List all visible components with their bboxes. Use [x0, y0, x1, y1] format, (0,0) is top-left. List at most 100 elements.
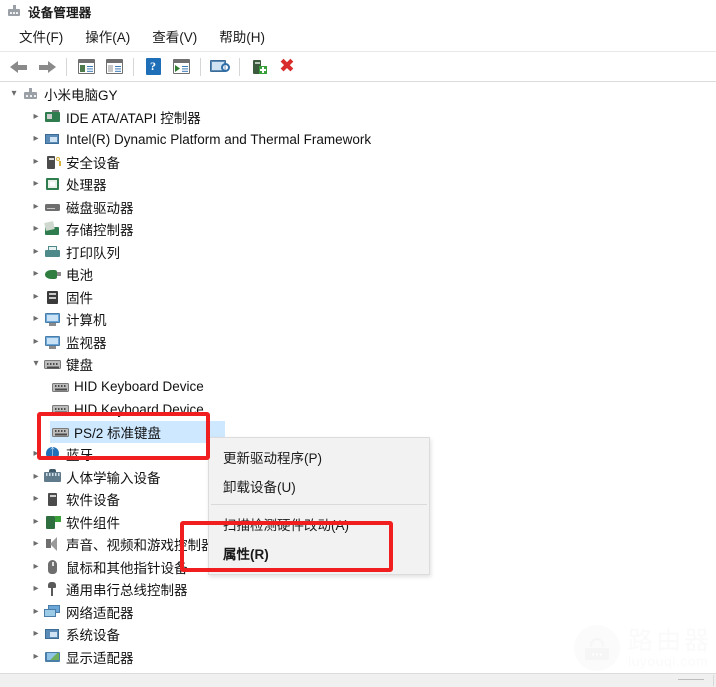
- tree-item-label: 鼠标和其他指针设备: [66, 560, 188, 576]
- tree-item-usb-controllers[interactable]: ▸ 通用串行总线控制器: [0, 578, 716, 601]
- tree-item-label: 处理器: [66, 178, 107, 194]
- sound-video-game-icon: [44, 536, 61, 552]
- annotation-box-keyboard: [37, 412, 210, 460]
- firmware-icon: [44, 289, 61, 305]
- disk-drive-icon: [44, 199, 61, 215]
- toolbar-show-hide-tree[interactable]: [73, 55, 99, 79]
- chevron-right-icon[interactable]: ▸: [28, 179, 44, 189]
- toolbar: ? ✖: [0, 52, 716, 82]
- update-driver-icon: [172, 59, 190, 74]
- tree-item-processor[interactable]: ▸ 处理器: [0, 173, 716, 196]
- tree-item-display-adapters[interactable]: ▸ 显示适配器: [0, 646, 716, 669]
- tree-item-label: 打印队列: [66, 245, 120, 261]
- tree-item-computer[interactable]: ▸ 计算机: [0, 308, 716, 331]
- tree-item-label: 系统设备: [66, 628, 120, 644]
- software-component-icon: [44, 514, 61, 530]
- chevron-right-icon[interactable]: ▸: [28, 539, 44, 549]
- menu-file[interactable]: 文件(F): [8, 23, 74, 50]
- tree-item-disk-drive[interactable]: ▸ 磁盘驱动器: [0, 196, 716, 219]
- scan-hardware-changes-icon: [210, 59, 230, 75]
- toolbar-uninstall-device[interactable]: ✖: [274, 55, 300, 79]
- toolbar-enable-device[interactable]: [246, 55, 272, 79]
- battery-icon: [44, 266, 61, 282]
- toolbar-update-driver[interactable]: [168, 55, 194, 79]
- chevron-right-icon[interactable]: ▸: [28, 156, 44, 167]
- tree-item-hid-keyboard-device-1[interactable]: HID Keyboard Device: [0, 376, 716, 399]
- annotation-box-properties: [180, 521, 393, 572]
- tree-item-system-devices[interactable]: ▸ 系统设备: [0, 623, 716, 646]
- tree-item-battery[interactable]: ▸ 电池: [0, 263, 716, 286]
- uninstall-device-icon: ✖: [279, 55, 295, 77]
- menu-view[interactable]: 查看(V): [141, 23, 208, 50]
- tree-item-label: 软件设备: [66, 493, 120, 509]
- chevron-right-icon[interactable]: ▸: [28, 336, 44, 347]
- tree-item-label: 键盘: [66, 358, 93, 374]
- tree-item-firmware[interactable]: ▸ 固件: [0, 286, 716, 309]
- tree-item-label: 通用串行总线控制器: [66, 583, 188, 599]
- storage-controller-icon: [44, 221, 61, 237]
- chevron-right-icon[interactable]: ▸: [28, 606, 44, 617]
- show-hide-console-tree-icon: [77, 59, 95, 74]
- chevron-right-icon[interactable]: ▸: [28, 224, 44, 234]
- chevron-right-icon[interactable]: ▸: [28, 516, 44, 527]
- chevron-right-icon[interactable]: ▸: [28, 111, 44, 122]
- status-divider: [713, 675, 714, 686]
- chevron-right-icon[interactable]: ▸: [28, 584, 44, 594]
- toolbar-back[interactable]: [6, 55, 32, 79]
- chevron-down-icon[interactable]: ▾: [6, 89, 22, 99]
- ctx-update-driver[interactable]: 更新驱动程序(P): [209, 442, 429, 471]
- toolbar-help[interactable]: ?: [140, 55, 166, 79]
- help-icon: ?: [145, 58, 161, 75]
- enable-device-icon: [251, 59, 267, 75]
- chevron-right-icon[interactable]: ▸: [28, 201, 44, 212]
- tree-item-ide-controller[interactable]: ▸ IDE ATA/ATAPI 控制器: [0, 106, 716, 129]
- chevron-right-icon[interactable]: ▸: [28, 629, 44, 639]
- system-device-icon: [44, 626, 61, 642]
- chevron-right-icon[interactable]: ▸: [28, 291, 44, 302]
- computer-root-icon: [22, 86, 39, 102]
- menu-bar: 文件(F) 操作(A) 查看(V) 帮助(H): [0, 22, 716, 52]
- ide-controller-icon: [44, 109, 61, 125]
- tree-item-keyboard[interactable]: ▾ 键盘: [0, 353, 716, 376]
- toolbar-separator: [239, 57, 240, 76]
- security-device-icon: [44, 154, 61, 170]
- context-menu-separator: [211, 504, 427, 505]
- device-tree[interactable]: ▾ 小米电脑GY ▸ IDE ATA/ATAPI 控制器 ▸ Intel(R) …: [0, 83, 716, 673]
- tree-item-label: 软件组件: [66, 515, 120, 531]
- keyboard-device-icon: [52, 379, 69, 395]
- tree-item-label: HID Keyboard Device: [74, 379, 204, 395]
- toolbar-properties[interactable]: [101, 55, 127, 79]
- tree-item-thermal-framework[interactable]: ▸ Intel(R) Dynamic Platform and Thermal …: [0, 128, 716, 151]
- keyboard-icon: [44, 356, 61, 372]
- back-arrow-icon: [10, 60, 28, 74]
- menu-action[interactable]: 操作(A): [74, 23, 141, 50]
- toolbar-scan-hardware[interactable]: [207, 55, 233, 79]
- chevron-right-icon[interactable]: ▸: [28, 269, 44, 279]
- tree-item-security-device[interactable]: ▸ 安全设备: [0, 151, 716, 174]
- chevron-right-icon[interactable]: ▸: [28, 471, 44, 482]
- chevron-right-icon[interactable]: ▸: [28, 494, 44, 504]
- chevron-right-icon[interactable]: ▸: [28, 246, 44, 257]
- thermal-framework-icon: [44, 131, 61, 147]
- tree-item-print-queue[interactable]: ▸ 打印队列: [0, 241, 716, 264]
- tree-item-storage-controller[interactable]: ▸ 存储控制器: [0, 218, 716, 241]
- ctx-uninstall-device[interactable]: 卸载设备(U): [209, 471, 429, 500]
- tree-item-monitor[interactable]: ▸ 监视器: [0, 331, 716, 354]
- tree-item-label: IDE ATA/ATAPI 控制器: [66, 110, 201, 126]
- chevron-right-icon[interactable]: ▸: [28, 314, 44, 324]
- chevron-right-icon[interactable]: ▸: [28, 651, 44, 662]
- monitor-icon: [44, 334, 61, 350]
- tree-item-label: 网络适配器: [66, 605, 134, 621]
- tree-item-label: 计算机: [66, 313, 107, 329]
- tree-item-label: Intel(R) Dynamic Platform and Thermal Fr…: [66, 131, 372, 147]
- chevron-right-icon[interactable]: ▸: [28, 134, 44, 144]
- chevron-down-icon[interactable]: ▾: [28, 359, 44, 369]
- chevron-right-icon[interactable]: ▸: [28, 561, 44, 572]
- tree-root-row[interactable]: ▾ 小米电脑GY: [0, 83, 716, 106]
- toolbar-forward[interactable]: [34, 55, 60, 79]
- menu-help[interactable]: 帮助(H): [208, 23, 276, 50]
- device-manager-icon: [6, 3, 22, 19]
- tree-item-label: 安全设备: [66, 155, 120, 171]
- resize-handle[interactable]: [678, 679, 704, 680]
- tree-item-network-adapters[interactable]: ▸ 网络适配器: [0, 601, 716, 624]
